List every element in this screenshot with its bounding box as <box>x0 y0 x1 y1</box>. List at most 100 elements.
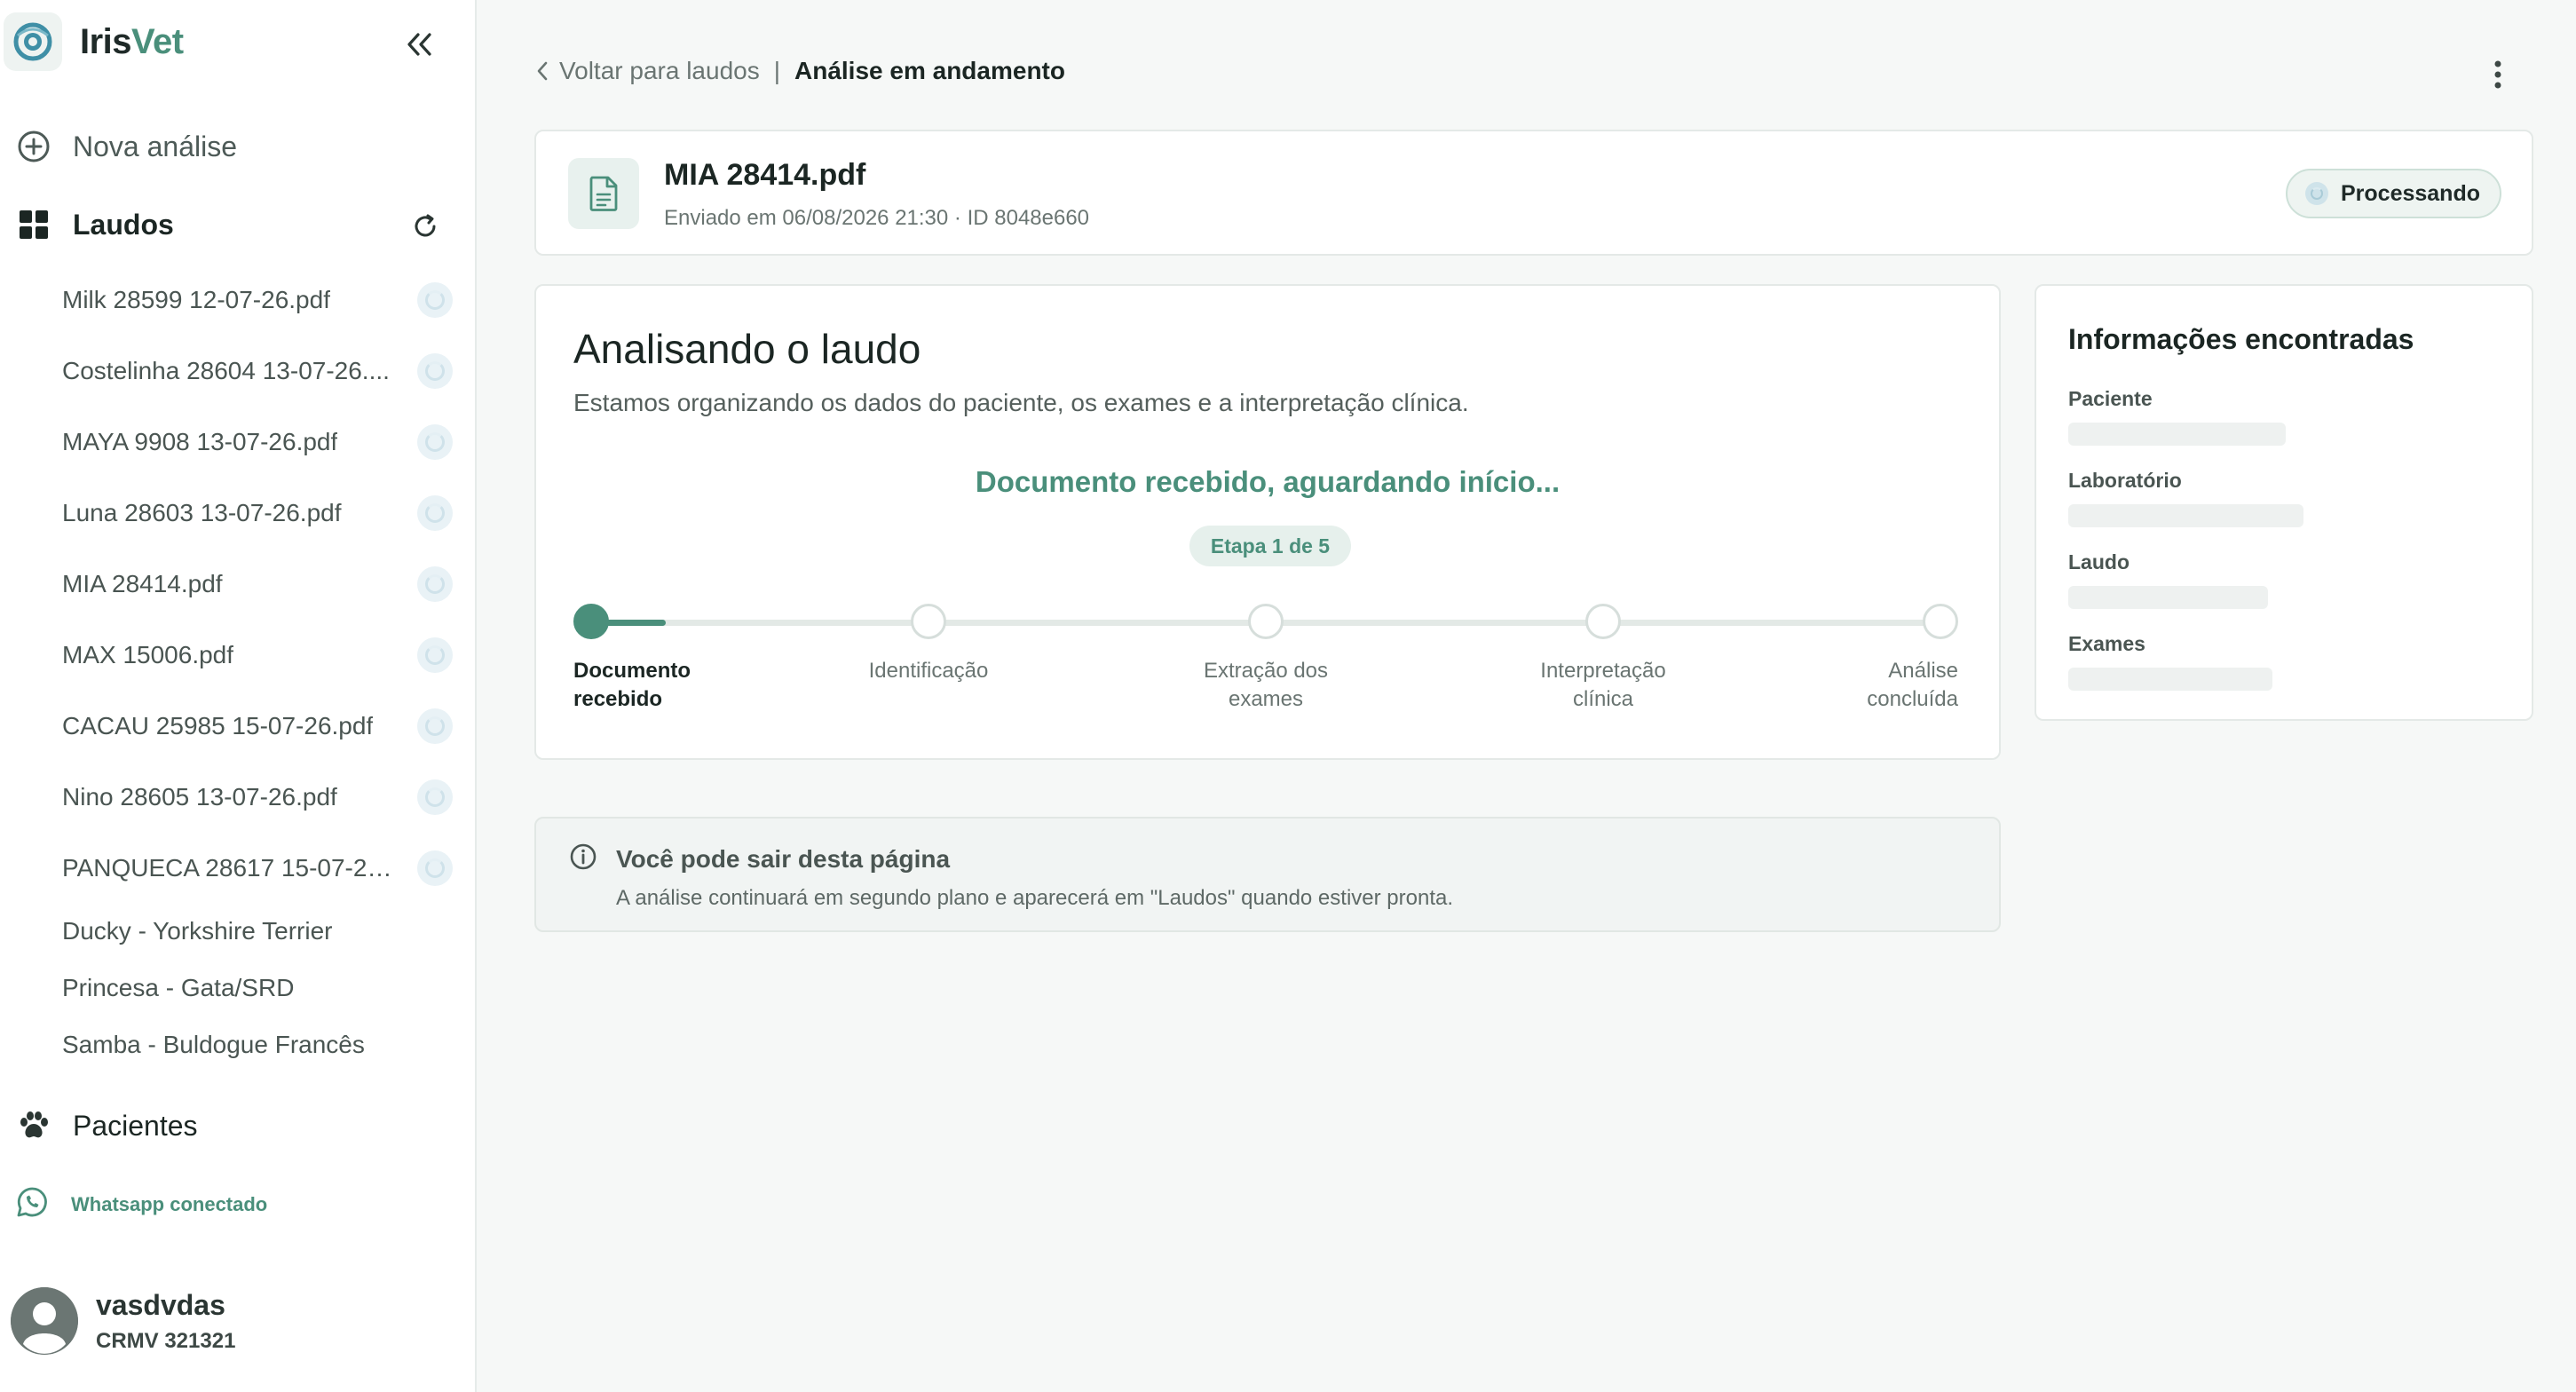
refresh-icon <box>415 214 436 237</box>
info-field-placeholder <box>2068 423 2286 446</box>
report-list-item[interactable]: CACAU 25985 15-07-26.pdf <box>62 704 453 748</box>
report-name: PANQUECA 28617 15-07-26... <box>62 854 399 882</box>
chevron-left-icon <box>537 61 548 81</box>
file-card: MIA 28414.pdf Enviado em 06/08/2026 21:3… <box>534 130 2533 256</box>
processing-spinner-icon <box>2304 182 2328 205</box>
sidebar-item-laudos[interactable]: Laudos <box>16 207 174 242</box>
processing-spinner-icon <box>417 850 453 886</box>
whatsapp-label: Whatsapp conectado <box>71 1193 268 1215</box>
brand[interactable]: IrisVet <box>4 12 184 71</box>
document-icon <box>568 158 639 229</box>
report-name: MAX 15006.pdf <box>62 641 234 668</box>
report-list-item[interactable]: PANQUECA 28617 15-07-26... <box>62 846 453 890</box>
report-name: Luna 28603 13-07-26.pdf <box>62 499 342 526</box>
analysis-status-message: Documento recebido, aguardando início... <box>975 465 1561 498</box>
user-avatar-icon <box>11 1287 78 1355</box>
eye-logo-icon <box>4 12 62 71</box>
step-node <box>1923 604 1958 639</box>
processing-spinner-icon <box>417 353 453 389</box>
breadcrumb-current: Análise em andamento <box>794 57 1065 84</box>
notice-title: Você pode sair desta página <box>616 845 951 873</box>
more-vertical-icon <box>2494 60 2501 89</box>
status-badge: Processando <box>2285 169 2501 218</box>
info-field-label: Laudo <box>2068 550 2130 573</box>
new-analysis-label: Nova análise <box>73 130 237 162</box>
report-name: Costelinha 28604 13-07-26.... <box>62 357 390 384</box>
analysis-card: Analisando o laudo Estamos organizando o… <box>534 284 2001 760</box>
step-node <box>573 604 609 639</box>
breadcrumb: Voltar para laudos | Análise em andament… <box>534 57 1065 85</box>
info-icon <box>568 842 598 872</box>
step-label: Extração dos exames <box>1203 659 1329 711</box>
info-field-placeholder <box>2068 668 2272 691</box>
patient-list-item[interactable]: Princesa - Gata/SRD <box>62 974 294 1002</box>
step-node <box>911 604 946 639</box>
analysis-title: Analisando o laudo <box>573 326 921 372</box>
processing-spinner-icon <box>417 708 453 744</box>
report-name: MIA 28414.pdf <box>62 570 223 597</box>
grid-icon <box>16 207 51 242</box>
whatsapp-icon <box>16 1186 48 1223</box>
info-panel: Informações encontradas Paciente Laborató… <box>2035 284 2533 721</box>
processing-spinner-icon <box>417 637 453 673</box>
info-field-placeholder <box>2068 504 2303 527</box>
report-name: Milk 28599 12-07-26.pdf <box>62 286 330 313</box>
notice-text: A análise continuará em segundo plano e … <box>616 886 1454 910</box>
info-panel-title: Informações encontradas <box>2068 323 2414 355</box>
patient-list-item[interactable]: Samba - Buldogue Francês <box>62 1031 365 1059</box>
paw-icon <box>16 1108 51 1143</box>
report-list-item[interactable]: MIA 28414.pdf <box>62 562 453 606</box>
user-profile[interactable]: vasdvdas CRMV 321321 <box>11 1287 235 1355</box>
report-name: Nino 28605 13-07-26.pdf <box>62 783 337 811</box>
sidebar: IrisVet Nova análise Laudos Milk 28599 1… <box>0 0 477 1392</box>
report-list-item[interactable]: MAYA 9908 13-07-26.pdf <box>62 420 453 464</box>
user-crmv: CRMV 321321 <box>96 1328 236 1353</box>
report-list-item[interactable]: Luna 28603 13-07-26.pdf <box>62 491 453 535</box>
status-badge-label: Processando <box>2340 180 2480 206</box>
plus-circle-icon <box>16 129 51 164</box>
processing-spinner-icon <box>417 779 453 815</box>
step-indicator: Etapa 1 de 5 <box>1189 526 1351 566</box>
new-analysis-button[interactable]: Nova análise <box>16 129 237 164</box>
leave-page-notice: Você pode sair desta página A análise co… <box>534 817 2001 932</box>
report-list-item[interactable]: Costelinha 28604 13-07-26.... <box>62 349 453 393</box>
info-field-label: Paciente <box>2068 387 2153 410</box>
patient-list-item[interactable]: Ducky - Yorkshire Terrier <box>62 917 332 945</box>
pacientes-label: Pacientes <box>73 1109 198 1142</box>
info-field-placeholder <box>2068 586 2268 609</box>
file-meta: Enviado em 06/08/2026 21:30 · ID 8048e66… <box>664 206 1090 230</box>
brand-name-part1: Iris <box>80 21 132 61</box>
info-field-label: Laboratório <box>2068 469 2182 492</box>
step-node <box>1585 604 1621 639</box>
collapse-sidebar-button[interactable] <box>396 25 442 64</box>
breadcrumb-separator: | <box>773 57 780 84</box>
refresh-laudos-button[interactable] <box>407 208 444 245</box>
report-name: MAYA 9908 13-07-26.pdf <box>62 428 338 455</box>
whatsapp-status[interactable]: Whatsapp conectado <box>16 1186 267 1223</box>
brand-name: IrisVet <box>80 22 184 62</box>
sidebar-item-pacientes[interactable]: Pacientes <box>16 1108 198 1143</box>
laudos-label: Laudos <box>73 208 174 241</box>
back-to-laudos-link[interactable]: Voltar para laudos <box>534 57 760 85</box>
report-list-item[interactable]: Milk 28599 12-07-26.pdf <box>62 278 453 322</box>
step-label: Análise concluída <box>1867 659 1958 711</box>
more-options-button[interactable] <box>2477 53 2519 96</box>
step-label: Documento recebido <box>573 659 691 711</box>
processing-spinner-icon <box>417 282 453 318</box>
processing-spinner-icon <box>417 495 453 531</box>
brand-name-part2: Vet <box>131 21 184 61</box>
processing-spinner-icon <box>417 424 453 460</box>
info-field-label: Exames <box>2068 632 2145 655</box>
report-name: CACAU 25985 15-07-26.pdf <box>62 712 374 740</box>
double-chevron-left-icon <box>407 33 431 56</box>
back-label: Voltar para laudos <box>559 57 760 84</box>
file-name: MIA 28414.pdf <box>664 158 866 192</box>
step-label: Identificação <box>868 659 989 683</box>
user-name: vasdvdas <box>96 1288 225 1321</box>
analysis-subtitle: Estamos organizando os dados do paciente… <box>573 389 1469 416</box>
report-list-item[interactable]: MAX 15006.pdf <box>62 633 453 677</box>
step-label: Interpretação clínica <box>1540 659 1666 711</box>
step-node <box>1248 604 1284 639</box>
report-list-item[interactable]: Nino 28605 13-07-26.pdf <box>62 775 453 819</box>
processing-spinner-icon <box>417 566 453 602</box>
